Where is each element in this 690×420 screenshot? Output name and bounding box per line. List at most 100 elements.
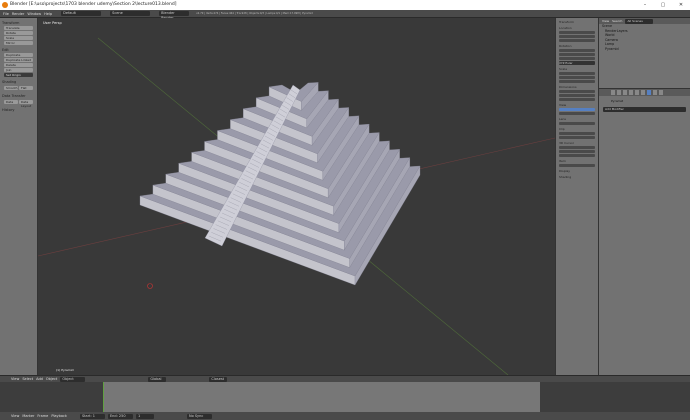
scale-z-field[interactable]	[559, 80, 595, 83]
clip-end-field[interactable]	[559, 136, 595, 139]
shading-panel-header[interactable]: Shading	[559, 175, 595, 179]
cursor-panel-header[interactable]: 3D Cursor	[559, 141, 595, 145]
layout-select[interactable]: Default	[61, 11, 102, 16]
rotation-z-field[interactable]	[559, 57, 595, 60]
timeline-header: View Marker Frame Playback Start: 1 End:…	[0, 412, 690, 420]
mirror-button[interactable]: Mirror	[4, 41, 33, 45]
timeline-playback-menu[interactable]: Playback	[51, 414, 67, 418]
outliner-search-menu[interactable]: Search	[612, 19, 622, 23]
lens-field[interactable]	[559, 122, 595, 125]
add-modifier-select[interactable]: Add Modifier	[603, 107, 686, 112]
blender-logo-icon	[2, 2, 8, 8]
outliner: View Search All Scenes Scene RenderLayer…	[598, 18, 690, 88]
scene-select[interactable]: Scene	[110, 11, 151, 16]
data-transfer-header: Data Transfer	[2, 94, 26, 98]
info-header: File Render Window Help Default Scene Bl…	[0, 10, 690, 20]
view-toggle[interactable]	[559, 108, 595, 111]
dimensions-y-field[interactable]	[559, 94, 595, 97]
cursor-z-field[interactable]	[559, 154, 595, 157]
rotate-button[interactable]: Rotate	[4, 31, 33, 35]
orientation-select[interactable]: Global	[148, 376, 167, 382]
join-button[interactable]: Join	[4, 68, 33, 72]
timeline-marker-menu[interactable]: Marker	[22, 414, 34, 418]
rotation-mode-select[interactable]: XYZ Euler	[559, 61, 595, 65]
translate-button[interactable]: Translate	[4, 26, 33, 30]
timeline-frame-menu[interactable]: Frame	[37, 414, 48, 418]
scale-x-field[interactable]	[559, 72, 595, 75]
menu-file[interactable]: File	[3, 12, 9, 16]
timeline-view-menu[interactable]: View	[11, 414, 19, 418]
menu-object[interactable]: Object	[46, 377, 57, 381]
rotation-x-field[interactable]	[559, 49, 595, 52]
delete-button[interactable]: Delete	[4, 63, 33, 67]
duplicate-linked-button[interactable]: Duplicate Linked	[4, 58, 33, 62]
shading-header: Shading	[2, 80, 17, 84]
current-frame-field[interactable]: 1	[135, 413, 154, 419]
flat-button[interactable]: Flat	[19, 86, 33, 90]
menu-add[interactable]: Add	[36, 377, 43, 381]
window-title: Blender [E:\uso\projects\1703 blender ud…	[10, 2, 177, 7]
smooth-button[interactable]: Smooth	[4, 86, 18, 90]
sync-select[interactable]: No Sync	[186, 413, 212, 419]
edit-header[interactable]: Edit	[2, 48, 35, 52]
clip-start-field[interactable]	[559, 132, 595, 135]
modifier-tab-icon[interactable]	[647, 90, 651, 95]
location-z-field[interactable]	[559, 39, 595, 42]
stats-text: v2.79 | Verts:474 | Faces:464 | Tris:928…	[196, 12, 313, 15]
menu-window[interactable]: Window	[27, 12, 41, 16]
data-layout-button[interactable]: Data Layout	[19, 100, 33, 108]
location-label: Location	[559, 26, 572, 30]
maximize-button[interactable]: ▢	[656, 0, 670, 10]
view-field[interactable]	[559, 112, 595, 115]
set-origin-select[interactable]: Set Origin	[4, 73, 33, 77]
timeline[interactable]	[0, 382, 690, 412]
lens-label: Lens	[559, 117, 566, 121]
close-button[interactable]: ✕	[674, 0, 688, 10]
history-header[interactable]: History	[2, 108, 35, 112]
duplicate-button[interactable]: Duplicate	[4, 53, 33, 57]
mode-select[interactable]: Object Mode	[60, 376, 86, 386]
object-name: Pyramid	[611, 99, 624, 103]
item-name-field[interactable]	[559, 164, 595, 167]
display-panel-header[interactable]: Display	[559, 169, 595, 173]
3d-view-header: View Select Add Object Object Mode Globa…	[0, 375, 690, 386]
view-panel-header[interactable]: View	[559, 103, 595, 107]
render-engine-select[interactable]: Blender Render	[159, 11, 190, 20]
minimize-button[interactable]: –	[638, 0, 652, 10]
start-frame-field[interactable]: Start: 1	[79, 413, 105, 419]
dimensions-z-field[interactable]	[559, 98, 595, 101]
rotation-label: Rotation	[559, 44, 572, 48]
display-mode-select[interactable]: All Scenes	[625, 18, 654, 24]
scale-button[interactable]: Scale	[4, 36, 33, 40]
snap-select[interactable]: Closest	[209, 376, 228, 382]
tool-shelf: Transform Translate Rotate Scale Mirror …	[0, 18, 38, 375]
rotation-y-field[interactable]	[559, 53, 595, 56]
menu-render[interactable]: Render	[12, 12, 24, 16]
properties-editor: Pyramid Add Modifier	[598, 88, 690, 375]
transform-header[interactable]: Transform	[2, 21, 35, 25]
menu-select[interactable]: Select	[22, 377, 33, 381]
3d-cursor-icon	[147, 283, 153, 289]
current-frame-indicator[interactable]	[103, 382, 104, 412]
menu-view[interactable]: View	[11, 377, 19, 381]
location-y-field[interactable]	[559, 35, 595, 38]
end-frame-field[interactable]: End: 250	[107, 413, 133, 419]
properties-tabs[interactable]	[599, 89, 690, 96]
object-label: (1) Pyramid	[56, 368, 74, 372]
location-x-field[interactable]	[559, 31, 595, 34]
scale-label: Scale	[559, 67, 568, 71]
outliner-item-pyramid[interactable]: Pyramid	[599, 47, 690, 52]
pyramid-mesh[interactable]	[139, 81, 421, 286]
cursor-y-field[interactable]	[559, 150, 595, 153]
item-panel-header[interactable]: Item	[559, 159, 595, 163]
3d-viewport[interactable]: User Persp (1) Pyramid	[38, 18, 555, 375]
transform-panel-header[interactable]: Transform	[559, 20, 595, 24]
scale-y-field[interactable]	[559, 76, 595, 79]
scene-canvas	[38, 37, 555, 375]
cursor-x-field[interactable]	[559, 146, 595, 149]
dimensions-x-field[interactable]	[559, 90, 595, 93]
data-button[interactable]: Data	[4, 100, 18, 104]
outliner-view-menu[interactable]: View	[602, 19, 609, 23]
properties-region: Transform Location Rotation XYZ Euler Sc…	[555, 18, 598, 375]
menu-help[interactable]: Help	[44, 12, 52, 16]
